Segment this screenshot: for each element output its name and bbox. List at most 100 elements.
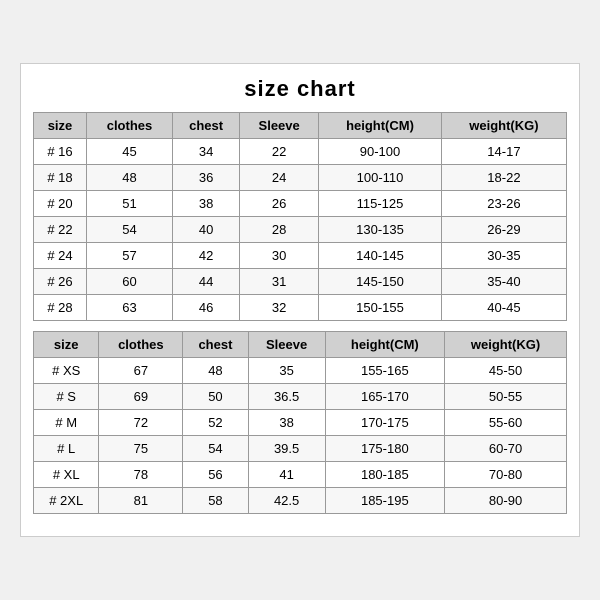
table-cell: 36.5 [248, 384, 325, 410]
table-cell: 57 [86, 243, 172, 269]
table-row: # 18483624100-11018-22 [34, 165, 567, 191]
table-cell: 50 [183, 384, 248, 410]
table-row: # 22544028130-13526-29 [34, 217, 567, 243]
table-cell: 75 [99, 436, 183, 462]
table-cell: 40 [173, 217, 240, 243]
table-cell: 63 [86, 295, 172, 321]
table-cell: 67 [99, 358, 183, 384]
table-cell: 185-195 [325, 488, 445, 514]
table-cell: 81 [99, 488, 183, 514]
table-cell: 54 [183, 436, 248, 462]
table-row: # 1645342290-10014-17 [34, 139, 567, 165]
table-cell: 54 [86, 217, 172, 243]
table-row: # 2XL815842.5185-19580-90 [34, 488, 567, 514]
table-cell: 48 [183, 358, 248, 384]
table-cell: 35-40 [441, 269, 566, 295]
table-cell: 165-170 [325, 384, 445, 410]
table2-header-row: sizeclotheschestSleeveheight(CM)weight(K… [34, 332, 567, 358]
table-cell: 26-29 [441, 217, 566, 243]
size-table-2: sizeclotheschestSleeveheight(CM)weight(K… [33, 331, 567, 514]
table-row: # 28634632150-15540-45 [34, 295, 567, 321]
table-cell: 180-185 [325, 462, 445, 488]
table-cell: 22 [240, 139, 319, 165]
table-cell: 175-180 [325, 436, 445, 462]
col-header: height(CM) [325, 332, 445, 358]
table1-header-row: sizeclotheschestSleeveheight(CM)weight(K… [34, 113, 567, 139]
table-row: # XL785641180-18570-80 [34, 462, 567, 488]
col-header: height(CM) [319, 113, 442, 139]
table-cell: 38 [248, 410, 325, 436]
col-header: Sleeve [240, 113, 319, 139]
table-cell: 18-22 [441, 165, 566, 191]
table-cell: 90-100 [319, 139, 442, 165]
table-cell: 45 [86, 139, 172, 165]
table-cell: # XL [34, 462, 99, 488]
table-cell: 35 [248, 358, 325, 384]
table-cell: # 24 [34, 243, 87, 269]
col-header: size [34, 332, 99, 358]
table-cell: 130-135 [319, 217, 442, 243]
table-cell: 115-125 [319, 191, 442, 217]
table-cell: 44 [173, 269, 240, 295]
table-cell: 26 [240, 191, 319, 217]
table-cell: 60 [86, 269, 172, 295]
table-row: # 24574230140-14530-35 [34, 243, 567, 269]
table-cell: # 22 [34, 217, 87, 243]
table-cell: 145-150 [319, 269, 442, 295]
table-cell: 42 [173, 243, 240, 269]
table-row: # L755439.5175-18060-70 [34, 436, 567, 462]
table1-header: sizeclotheschestSleeveheight(CM)weight(K… [34, 113, 567, 139]
table-cell: 24 [240, 165, 319, 191]
table-cell: 34 [173, 139, 240, 165]
table-cell: # 20 [34, 191, 87, 217]
table1-body: # 1645342290-10014-17# 18483624100-11018… [34, 139, 567, 321]
col-header: weight(KG) [445, 332, 567, 358]
table-cell: # L [34, 436, 99, 462]
table-row: # XS674835155-16545-50 [34, 358, 567, 384]
table-cell: 50-55 [445, 384, 567, 410]
table-row: # 20513826115-12523-26 [34, 191, 567, 217]
table-cell: 72 [99, 410, 183, 436]
table-cell: 36 [173, 165, 240, 191]
table-cell: # S [34, 384, 99, 410]
table-cell: 56 [183, 462, 248, 488]
chart-title: size chart [33, 76, 567, 102]
table-row: # 26604431145-15035-40 [34, 269, 567, 295]
table-cell: 58 [183, 488, 248, 514]
table-cell: # XS [34, 358, 99, 384]
table-cell: # M [34, 410, 99, 436]
table-cell: 14-17 [441, 139, 566, 165]
table-cell: 155-165 [325, 358, 445, 384]
table-cell: 40-45 [441, 295, 566, 321]
table-cell: # 16 [34, 139, 87, 165]
table-cell: 170-175 [325, 410, 445, 436]
table-cell: 41 [248, 462, 325, 488]
table-cell: 38 [173, 191, 240, 217]
table-cell: 140-145 [319, 243, 442, 269]
table-cell: 52 [183, 410, 248, 436]
table-cell: 32 [240, 295, 319, 321]
table-cell: 31 [240, 269, 319, 295]
table-cell: 28 [240, 217, 319, 243]
table-cell: # 18 [34, 165, 87, 191]
table-cell: 46 [173, 295, 240, 321]
col-header: chest [173, 113, 240, 139]
col-header: Sleeve [248, 332, 325, 358]
table-cell: 69 [99, 384, 183, 410]
table-row: # M725238170-17555-60 [34, 410, 567, 436]
table-cell: 70-80 [445, 462, 567, 488]
table-cell: 51 [86, 191, 172, 217]
table-cell: 55-60 [445, 410, 567, 436]
col-header: size [34, 113, 87, 139]
table-cell: # 28 [34, 295, 87, 321]
table-cell: 23-26 [441, 191, 566, 217]
table-cell: 60-70 [445, 436, 567, 462]
size-chart-card: size chart sizeclotheschestSleeveheight(… [20, 63, 580, 537]
table-cell: # 2XL [34, 488, 99, 514]
table-cell: 30-35 [441, 243, 566, 269]
table-cell: 42.5 [248, 488, 325, 514]
table-cell: 48 [86, 165, 172, 191]
table2-header: sizeclotheschestSleeveheight(CM)weight(K… [34, 332, 567, 358]
table-cell: 150-155 [319, 295, 442, 321]
col-header: weight(KG) [441, 113, 566, 139]
